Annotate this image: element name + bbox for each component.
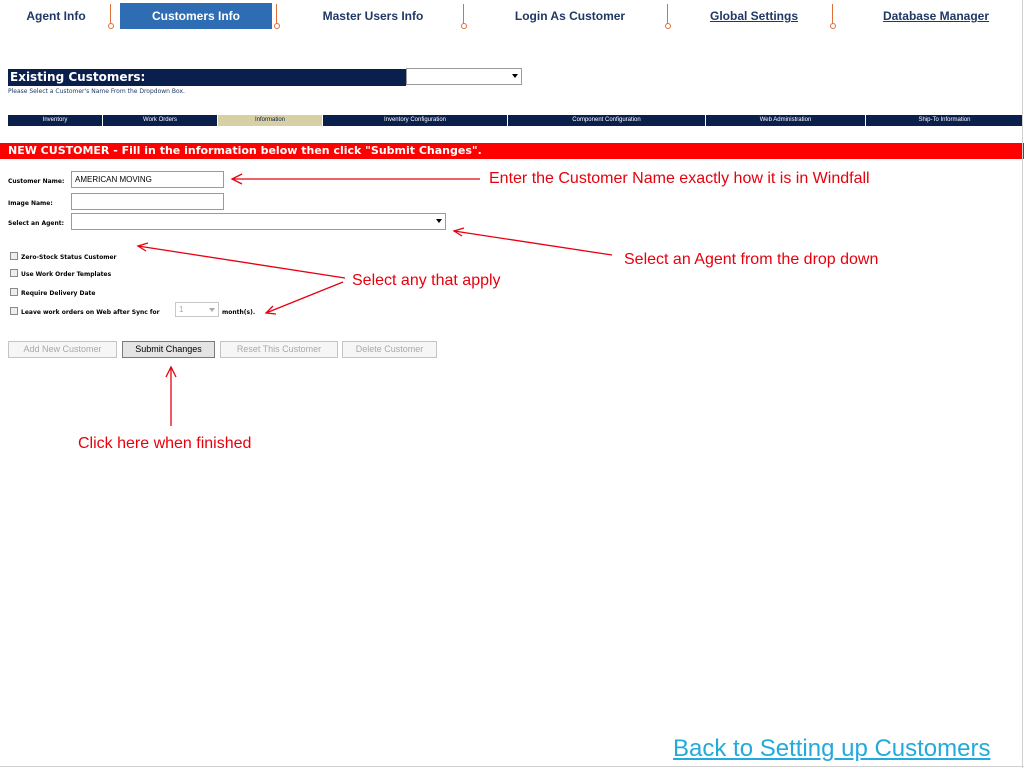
arrow-checkboxes-top [137,245,346,279]
annotation-customer-name: Enter the Customer Name exactly how it i… [489,170,870,187]
arrow-agent [453,230,613,256]
annotation-checkboxes: Select any that apply [352,272,501,289]
frame-border [0,766,1024,767]
back-to-setting-up-customers-link[interactable]: Back to Setting up Customers [673,735,990,763]
annotation-agent: Select an Agent from the drop down [624,251,879,268]
frame-border [1022,0,1023,768]
annotation-arrows [136,173,613,426]
annotation-submit: Click here when finished [78,435,252,452]
arrow-checkboxes-bottom [265,281,344,314]
